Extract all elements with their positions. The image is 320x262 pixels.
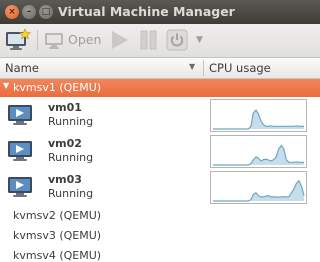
cpu-area bbox=[213, 180, 304, 201]
open-button[interactable]: Open bbox=[44, 28, 102, 52]
minimize-window-button[interactable]: – bbox=[22, 5, 36, 19]
vm-status: Running bbox=[48, 115, 94, 128]
power-icon bbox=[166, 29, 188, 51]
minimize-icon: – bbox=[26, 7, 32, 17]
column-divider[interactable] bbox=[203, 60, 204, 76]
play-icon bbox=[112, 31, 128, 49]
vm-status: Running bbox=[48, 187, 94, 200]
shutdown-button[interactable] bbox=[165, 28, 189, 52]
cpu-column-header[interactable]: CPU usage bbox=[209, 61, 271, 75]
app-window: × – □ Virtual Machine Manager Open ▼ Nam… bbox=[0, 0, 320, 262]
vm-name: vm02 bbox=[48, 137, 82, 150]
monitor-icon bbox=[8, 177, 32, 197]
close-icon: × bbox=[8, 7, 16, 17]
title-bar: × – □ Virtual Machine Manager bbox=[0, 0, 320, 24]
maximize-icon: □ bbox=[41, 7, 51, 17]
cpu-usage-graph bbox=[210, 99, 307, 132]
cpu-sparkline bbox=[213, 179, 305, 202]
run-button[interactable] bbox=[107, 28, 131, 52]
sort-down-icon[interactable]: ▼ bbox=[189, 62, 195, 71]
toolbar: Open ▼ bbox=[0, 24, 320, 58]
connection-row-kvmsv3[interactable]: kvmsv3 (QEMU) bbox=[13, 229, 101, 242]
connection-row-kvmsv2[interactable]: kvmsv2 (QEMU) bbox=[13, 209, 101, 222]
monitor-icon bbox=[8, 105, 32, 125]
window-title: Virtual Machine Manager bbox=[58, 4, 235, 19]
chevron-down-icon: ▼ bbox=[196, 35, 203, 45]
cpu-sparkline bbox=[213, 109, 304, 130]
cpu-sparkline bbox=[213, 144, 304, 166]
cpu-usage-graph bbox=[210, 135, 307, 168]
vm-row-vm01[interactable]: vm01 Running bbox=[0, 98, 320, 133]
toolbar-separator bbox=[37, 30, 38, 50]
vm-row-vm02[interactable]: vm02 Running bbox=[0, 134, 320, 169]
new-vm-button[interactable] bbox=[5, 28, 32, 52]
monitor-icon bbox=[8, 141, 32, 161]
monitor-star-icon bbox=[6, 28, 32, 50]
vm-name: vm01 bbox=[48, 101, 82, 114]
connection-label: kvmsv1 (QEMU) bbox=[13, 81, 102, 94]
monitor-icon bbox=[45, 33, 63, 49]
cpu-usage-graph bbox=[210, 171, 307, 204]
pause-icon bbox=[140, 30, 157, 50]
close-window-button[interactable]: × bbox=[5, 5, 19, 19]
maximize-window-button[interactable]: □ bbox=[39, 5, 53, 19]
name-column-header[interactable]: Name bbox=[5, 61, 39, 75]
vm-name: vm03 bbox=[48, 173, 82, 186]
shutdown-menu-button[interactable]: ▼ bbox=[196, 28, 210, 52]
vm-list[interactable]: ▼ kvmsv1 (QEMU) vm01 Running vm02 Runnin… bbox=[0, 79, 320, 262]
connection-row-kvmsv1[interactable]: ▼ kvmsv1 (QEMU) bbox=[0, 79, 320, 97]
expander-open-icon[interactable]: ▼ bbox=[3, 81, 9, 90]
open-label: Open bbox=[68, 32, 102, 47]
pause-button[interactable] bbox=[137, 28, 161, 52]
vm-row-vm03[interactable]: vm03 Running bbox=[0, 170, 320, 205]
connection-row-kvmsv4[interactable]: kvmsv4 (QEMU) bbox=[13, 249, 101, 262]
vm-status: Running bbox=[48, 151, 94, 164]
list-header: Name ▼ CPU usage bbox=[0, 58, 320, 79]
